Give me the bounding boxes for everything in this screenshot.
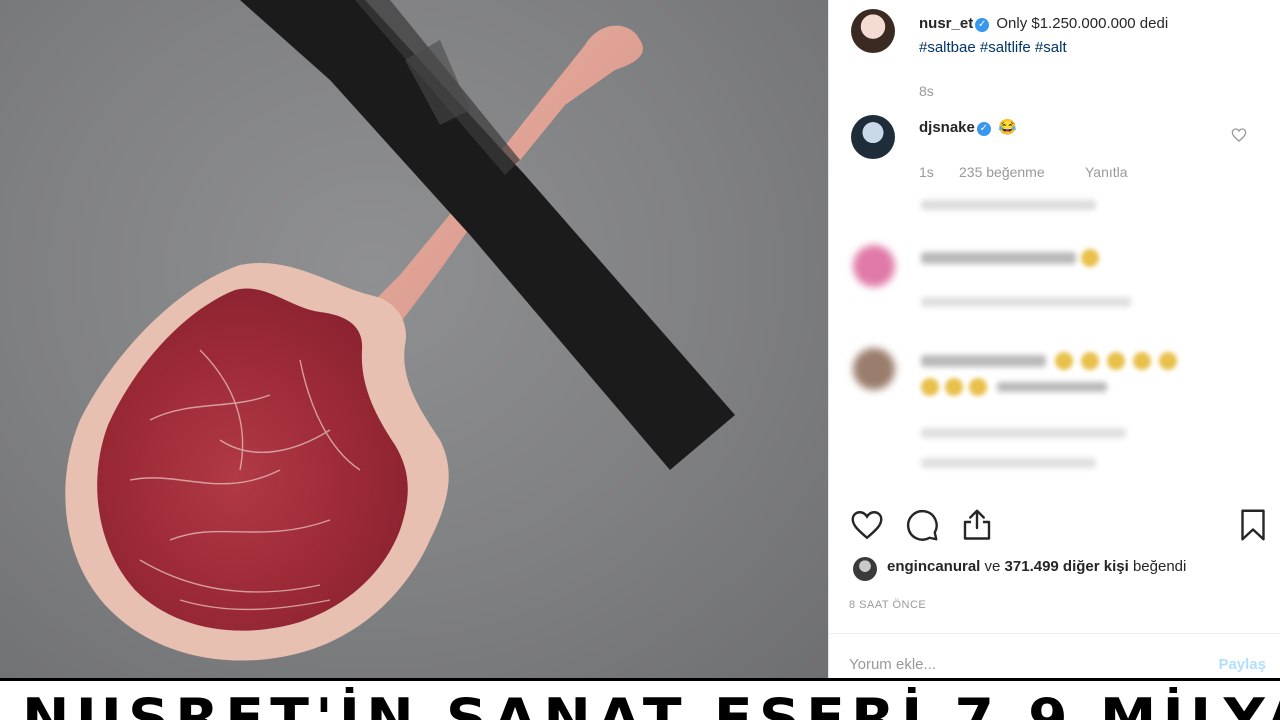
bookmark-icon[interactable]	[1235, 507, 1271, 543]
blurred-emoji	[945, 378, 963, 396]
hashtag[interactable]: #salt	[1035, 39, 1067, 56]
blurred-emoji	[1081, 249, 1099, 267]
steak-with-tape-illustration	[65, 0, 735, 661]
divider	[829, 633, 1280, 634]
blurred-replies-link[interactable]	[921, 200, 1096, 210]
post-comment-button[interactable]: Paylaş	[1218, 656, 1266, 673]
liker-avatar[interactable]	[853, 557, 877, 581]
blurred-comment-meta	[921, 297, 1131, 307]
likes-connector: ve	[984, 558, 1001, 575]
commenter-avatar[interactable]	[851, 115, 895, 159]
author-username[interactable]: nusr_et	[919, 15, 973, 32]
caption-text: Only $1.250.000.000 dedi	[996, 15, 1169, 32]
commenter-username[interactable]: djsnake	[919, 119, 975, 136]
comment-icon[interactable]	[904, 507, 940, 543]
headline-text: NUSRET'İN SANAT ESERİ 7,9 MİLYAR	[22, 687, 1280, 720]
reply-link[interactable]: Yanıtla	[1085, 164, 1128, 180]
blurred-comment-meta	[921, 428, 1126, 438]
blurred-emoji	[921, 378, 939, 396]
verified-badge-icon: ✓	[975, 18, 990, 32]
hashtag[interactable]: #saltlife	[980, 39, 1031, 56]
blurred-comment	[921, 355, 1046, 367]
likes-suffix: beğendi	[1132, 558, 1187, 575]
blurred-emoji	[969, 378, 987, 396]
verified-badge-icon: ✓	[976, 122, 991, 136]
comment-emoji: 😂	[998, 119, 1017, 136]
blurred-comment	[921, 252, 1076, 264]
likes-summary: engincanural ve 371.499 diğer kişi beğen…	[887, 558, 1186, 575]
headline-bar: NUSRET'İN SANAT ESERİ 7,9 MİLYAR	[0, 678, 1280, 720]
other-likers[interactable]: 371.499 diğer kişi	[1005, 558, 1129, 575]
comment-line: djsnake ✓ 😂	[919, 117, 1017, 139]
post-time[interactable]: 8 SAAT ÖNCE	[849, 599, 926, 611]
blurred-emoji	[1133, 352, 1151, 370]
caption-age: 8s	[919, 83, 934, 99]
blurred-replies-link[interactable]	[921, 458, 1096, 468]
heart-icon[interactable]	[849, 507, 885, 543]
comment-likes[interactable]: 235 beğenme	[959, 164, 1045, 180]
blurred-emoji	[1081, 352, 1099, 370]
blurred-avatar[interactable]	[853, 245, 895, 287]
hashtag[interactable]: #saltbae	[919, 39, 976, 56]
blurred-comment	[997, 382, 1107, 392]
caption: nusr_et ✓ Only $1.250.000.000 dedi #saltb…	[919, 12, 1264, 60]
blurred-emoji	[1107, 352, 1125, 370]
first-liker[interactable]: engincanural	[887, 558, 980, 575]
small-heart-icon[interactable]	[1231, 127, 1247, 143]
post-sidebar: nusr_et ✓ Only $1.250.000.000 dedi #saltb…	[828, 0, 1280, 678]
blurred-emoji	[1055, 352, 1073, 370]
comment-age: 1s	[919, 164, 934, 180]
blurred-emoji	[1159, 352, 1177, 370]
share-icon[interactable]	[959, 507, 995, 543]
author-avatar[interactable]	[851, 9, 895, 53]
post-photo	[0, 0, 828, 678]
blurred-avatar[interactable]	[853, 348, 895, 390]
comment-input[interactable]: Yorum ekle...	[849, 656, 936, 673]
